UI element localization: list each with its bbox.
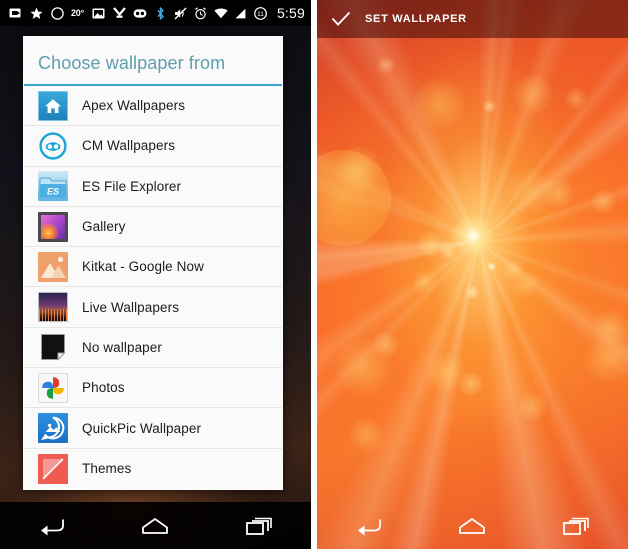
home-icon[interactable]: [449, 508, 495, 544]
home-icon[interactable]: [132, 508, 178, 544]
list-item-live-wallpapers[interactable]: Live Wallpapers: [24, 287, 282, 328]
cm-wallpapers-icon: [38, 130, 68, 161]
photos-icon: [38, 372, 68, 403]
list-item-quickpic-wallpaper[interactable]: QuickPic Wallpaper: [24, 408, 282, 449]
list-item-label: Apex Wallpapers: [82, 98, 186, 114]
bokeh-circle: [585, 336, 628, 382]
status-bar-left-icons: 20°: [8, 6, 154, 20]
list-item-no-wallpaper[interactable]: No wallpaper: [24, 328, 282, 369]
wifi-icon: [214, 6, 228, 20]
choose-wallpaper-dialog: Choose wallpaper from Apex Wallpapers CM…: [23, 36, 283, 490]
live-wallpapers-icon: [38, 292, 68, 323]
bokeh-circle: [413, 78, 465, 130]
wallpaper-rays-layer-2: [317, 0, 628, 549]
bokeh-circle: [565, 88, 587, 110]
list-item-label: Live Wallpapers: [82, 299, 180, 315]
bokeh-circle: [517, 392, 547, 422]
list-item-themes[interactable]: Themes: [24, 449, 282, 489]
bokeh-circle: [349, 418, 383, 452]
list-item-photos[interactable]: Photos: [24, 368, 282, 409]
star-icon: [29, 6, 43, 20]
list-item-label: Gallery: [82, 219, 126, 235]
bokeh-circle: [335, 146, 381, 192]
list-item-label: ES File Explorer: [82, 178, 182, 194]
list-item-apex-wallpapers[interactable]: Apex Wallpapers: [24, 86, 282, 127]
wallpaper-source-list: Apex Wallpapers CM Wallpapers ES ES File…: [24, 86, 282, 489]
gallery-icon-image: [41, 214, 65, 239]
alarm-icon: [194, 6, 208, 20]
recents-icon[interactable]: [236, 508, 282, 544]
bokeh-circle: [413, 270, 437, 294]
list-item-label: Photos: [82, 380, 125, 396]
svg-text:ES: ES: [47, 187, 59, 197]
mute-icon: [174, 6, 188, 20]
bokeh-circle: [377, 56, 395, 74]
dialog-title-area: Choose wallpaper from: [24, 37, 282, 86]
bokeh-circle: [543, 178, 573, 208]
status-bar-clock: 5:59: [276, 5, 305, 21]
bokeh-circle: [513, 272, 539, 298]
bokeh-circle: [373, 332, 399, 358]
temperature-indicator: 20°: [71, 8, 85, 18]
es-file-explorer-icon: ES: [38, 171, 68, 202]
list-item-label: QuickPic Wallpaper: [82, 420, 202, 436]
download-arrow-icon: [112, 6, 126, 20]
themes-icon: [38, 453, 68, 484]
status-bar-right-icons: 11 5:59: [154, 5, 305, 21]
list-item-label: Kitkat - Google Now: [82, 259, 204, 275]
bokeh-circle: [487, 262, 496, 271]
bokeh-circle: [483, 100, 496, 113]
signal-icon: [234, 6, 248, 20]
screenshot-icon: [91, 6, 105, 20]
status-bar: 20° 11 5:59: [0, 0, 311, 26]
back-icon[interactable]: [29, 508, 75, 544]
right-navigation-bar: [317, 502, 628, 549]
battery-icon: 11: [254, 6, 268, 20]
set-wallpaper-action-bar[interactable]: SET WALLPAPER: [317, 0, 628, 38]
screenshot-stage: 20° 11 5:59 Choose wallpaper from Apex W…: [0, 0, 628, 549]
cyanogenmod-icon: [133, 6, 147, 20]
dialog-title: Choose wallpaper from: [38, 53, 226, 73]
list-item-label: CM Wallpapers: [82, 138, 176, 154]
bokeh-circle: [591, 190, 615, 214]
circle-icon: [50, 6, 64, 20]
list-item-es-file-explorer[interactable]: ES ES File Explorer: [24, 167, 282, 207]
right-phone-screen: SET WALLPAPER: [317, 0, 628, 549]
back-icon[interactable]: [346, 508, 392, 544]
gallery-icon: [38, 211, 68, 242]
left-phone-screen: 20° 11 5:59 Choose wallpaper from Apex W…: [0, 0, 311, 549]
no-wallpaper-icon: [38, 332, 68, 363]
check-icon[interactable]: [331, 11, 351, 27]
recents-icon[interactable]: [553, 508, 599, 544]
bokeh-circle: [439, 242, 457, 260]
list-item-label: No wallpaper: [82, 339, 162, 355]
bluetooth-icon: [154, 6, 168, 20]
bokeh-circle: [513, 74, 553, 114]
list-item-kitkat-google-now[interactable]: Kitkat - Google Now: [24, 247, 282, 288]
sdcard-icon: [8, 6, 22, 20]
list-item-gallery[interactable]: Gallery: [24, 207, 282, 248]
kitkat-google-now-icon: [38, 251, 68, 282]
bokeh-circle: [469, 230, 480, 241]
svg-text:11: 11: [258, 11, 265, 18]
left-navigation-bar: [0, 502, 311, 549]
list-item-cm-wallpapers[interactable]: CM Wallpapers: [24, 126, 282, 167]
apex-wallpapers-icon: [38, 90, 68, 121]
list-item-label: Themes: [82, 461, 132, 477]
bokeh-circle: [459, 372, 483, 396]
quickpic-wallpaper-icon: [38, 413, 68, 444]
bokeh-circle: [465, 285, 479, 299]
set-wallpaper-label: SET WALLPAPER: [365, 13, 467, 25]
